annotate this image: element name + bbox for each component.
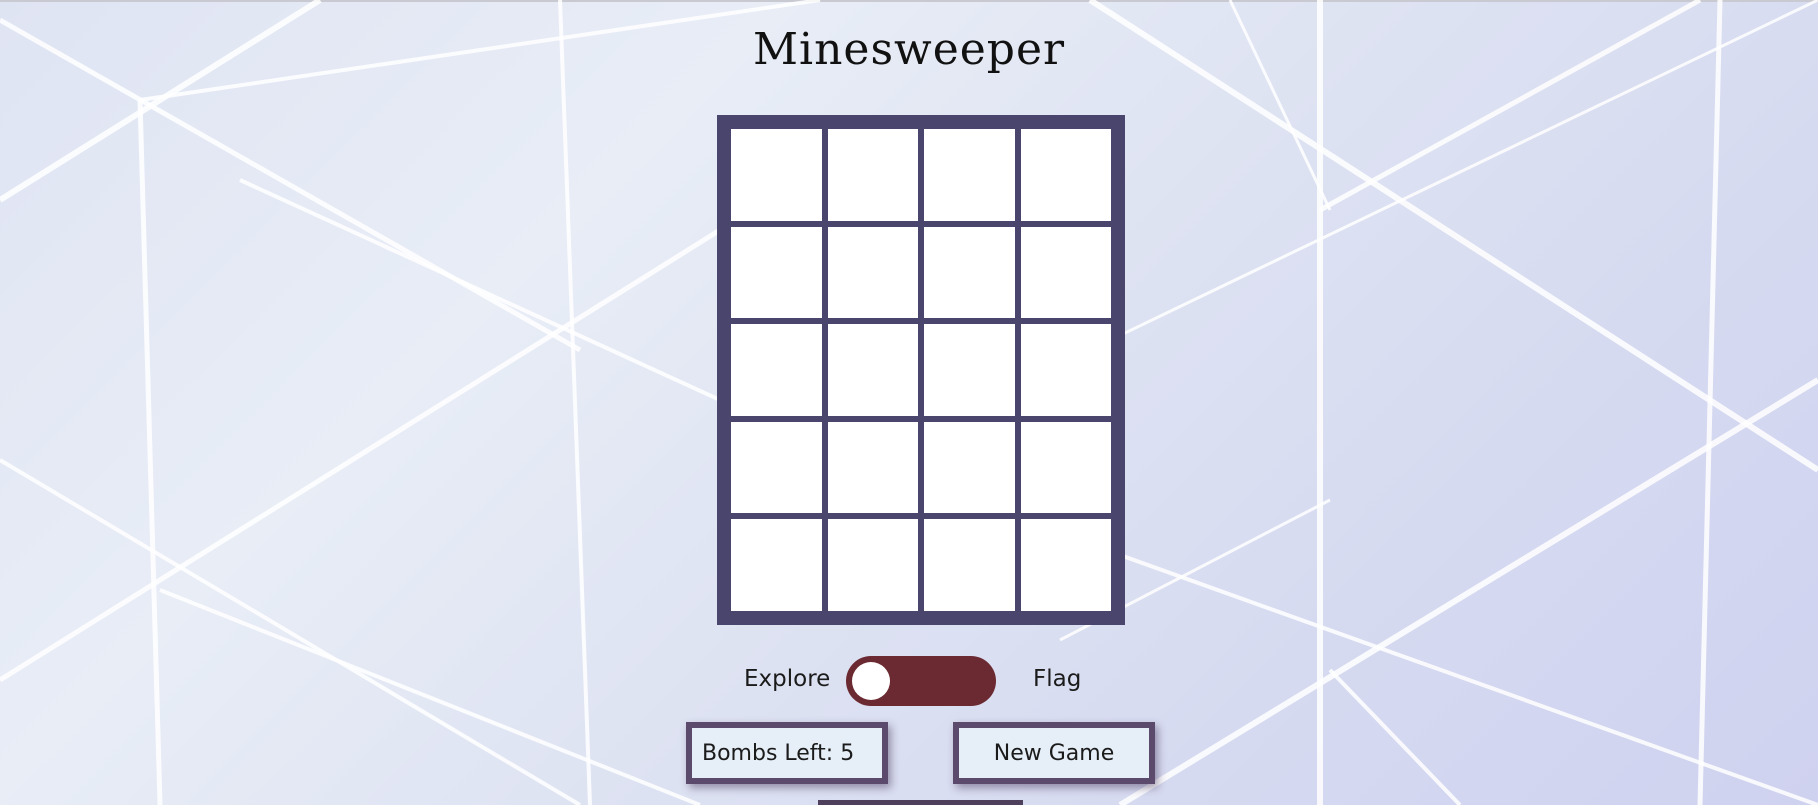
new-game-button[interactable]: New Game [953,722,1155,784]
switch-knob[interactable] [852,662,890,700]
bombs-left-counter: Bombs Left: 5 [686,722,888,784]
explore-label: Explore [744,666,831,692]
board-cell[interactable] [827,129,918,221]
board-cell[interactable] [1020,324,1111,416]
board-cell[interactable] [924,324,1015,416]
board-cell[interactable] [731,421,822,514]
board-cell[interactable] [924,129,1015,221]
game-board [717,115,1125,625]
board-cell[interactable] [731,129,822,221]
board-cell[interactable] [731,519,822,611]
board-cell[interactable] [1020,129,1111,221]
mode-switch[interactable] [846,656,996,706]
board-cell[interactable] [924,421,1015,514]
board-cell[interactable] [827,226,918,319]
board-cell[interactable] [1020,519,1111,611]
board-cell[interactable] [924,226,1015,319]
board-cell[interactable] [827,324,918,416]
mode-toggle: Explore Flag [700,652,1120,706]
board-cell[interactable] [1020,226,1111,319]
board-cell[interactable] [827,519,918,611]
page-title: Minesweeper [752,24,1066,75]
board-cell[interactable] [1020,421,1111,514]
board-cell[interactable] [731,226,822,319]
board-cell[interactable] [827,421,918,514]
flag-label: Flag [1033,666,1082,692]
partially-visible-button[interactable] [818,800,1023,805]
board-cell[interactable] [731,324,822,416]
board-cell[interactable] [924,519,1015,611]
